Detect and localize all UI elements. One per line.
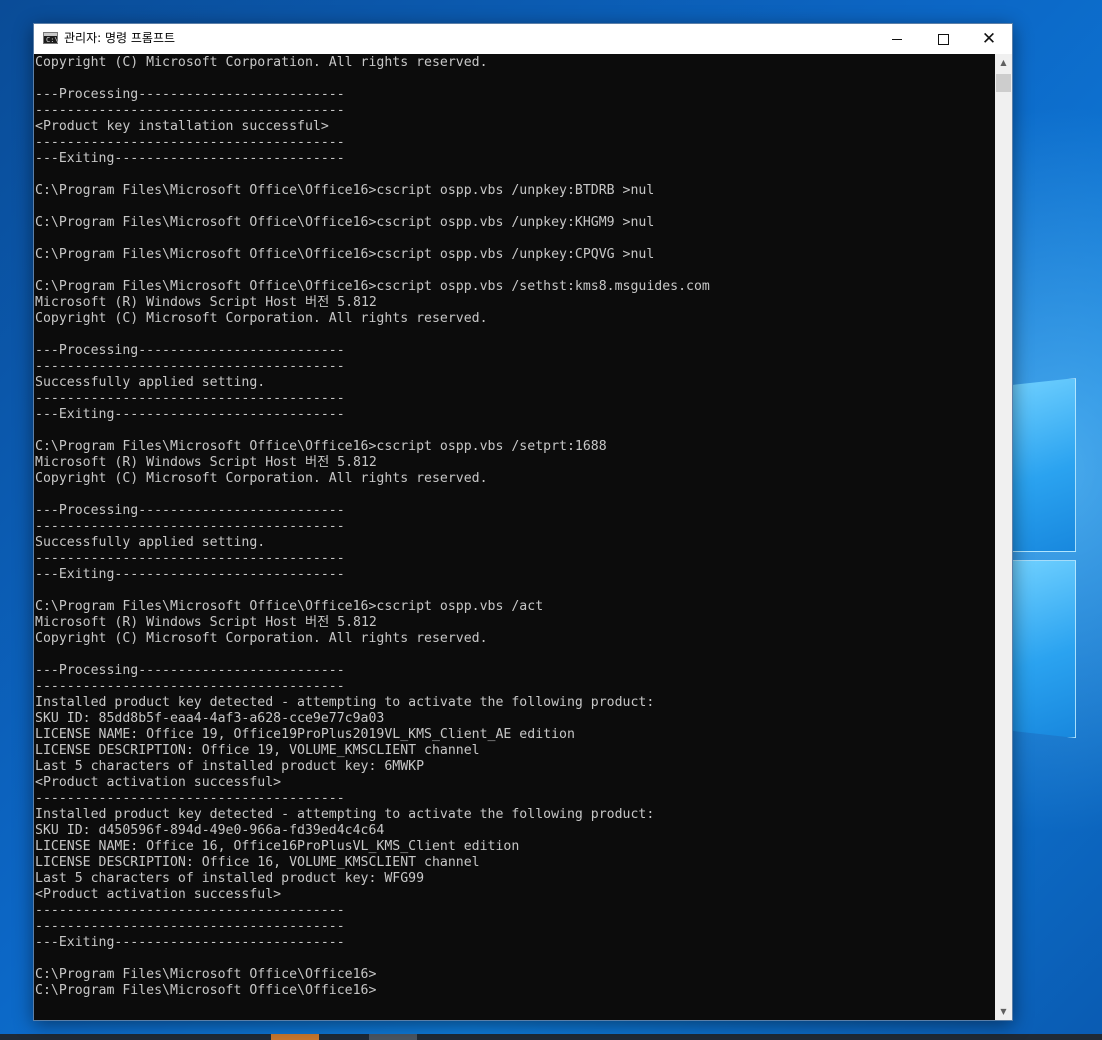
scroll-down-icon[interactable]: ▼ xyxy=(995,1003,1012,1020)
taskbar-app-indicator[interactable] xyxy=(271,1034,319,1040)
title-bar[interactable]: C:\ 관리자: 명령 프롬프트 ✕ xyxy=(34,24,1012,54)
close-button[interactable]: ✕ xyxy=(966,24,1012,54)
console-line: ---Processing-------------------------- xyxy=(35,503,345,518)
console-line: LICENSE NAME: Office 19, Office19ProPlus… xyxy=(35,727,575,742)
console-line: Installed product key detected - attempt… xyxy=(35,695,655,710)
console-line: SKU ID: d450596f-894d-49e0-966a-fd39ed4c… xyxy=(35,823,385,838)
console-line: LICENSE DESCRIPTION: Office 19, VOLUME_K… xyxy=(35,743,480,758)
minimize-icon xyxy=(892,38,902,40)
console-line: --------------------------------------- xyxy=(35,919,345,934)
console-line: LICENSE DESCRIPTION: Office 16, VOLUME_K… xyxy=(35,855,480,870)
console-line: Microsoft (R) Windows Script Host 버전 5.8… xyxy=(35,455,377,470)
windows-logo-pane-bottom xyxy=(1012,560,1076,738)
console-line: C:\Program Files\Microsoft Office\Office… xyxy=(35,215,655,230)
scroll-thumb[interactable] xyxy=(996,74,1011,92)
console-line: Last 5 characters of installed product k… xyxy=(35,871,425,886)
console-line: C:\Program Files\Microsoft Office\Office… xyxy=(35,279,710,294)
console-line: C:\Program Files\Microsoft Office\Office… xyxy=(35,183,655,198)
command-prompt-window[interactable]: C:\ 관리자: 명령 프롬프트 ✕ Copyright (C) Microso… xyxy=(33,23,1013,1021)
console-line: Copyright (C) Microsoft Corporation. All… xyxy=(35,471,488,486)
console-line: --------------------------------------- xyxy=(35,551,345,566)
console-line: Copyright (C) Microsoft Corporation. All… xyxy=(35,55,488,70)
console-line: ---Exiting----------------------------- xyxy=(35,567,345,582)
console-line: --------------------------------------- xyxy=(35,519,345,534)
console-line: C:\Program Files\Microsoft Office\Office… xyxy=(35,439,607,454)
console-line: Successfully applied setting. xyxy=(35,535,266,550)
console-line: --------------------------------------- xyxy=(35,359,345,374)
console-line: --------------------------------------- xyxy=(35,103,345,118)
taskbar[interactable] xyxy=(0,1034,1102,1040)
console-line: C:\Program Files\Microsoft Office\Office… xyxy=(35,983,377,998)
window-title: 관리자: 명령 프롬프트 xyxy=(64,31,176,45)
console-line: <Product activation successful> xyxy=(35,775,282,790)
cmd-icon[interactable]: C:\ xyxy=(43,32,59,44)
maximize-button[interactable] xyxy=(920,24,966,54)
console-line: --------------------------------------- xyxy=(35,679,345,694)
console-line: Copyright (C) Microsoft Corporation. All… xyxy=(35,631,488,646)
console-line: --------------------------------------- xyxy=(35,791,345,806)
minimize-button[interactable] xyxy=(874,24,920,54)
console-line: <Product key installation successful> xyxy=(35,119,329,134)
console-line: Microsoft (R) Windows Script Host 버전 5.8… xyxy=(35,295,377,310)
console-line: ---Exiting----------------------------- xyxy=(35,407,345,422)
console-line: Last 5 characters of installed product k… xyxy=(35,759,425,774)
taskbar-app-indicator-active[interactable] xyxy=(369,1034,417,1040)
console-line: SKU ID: 85dd8b5f-eaa4-4af3-a628-cce9e77c… xyxy=(35,711,385,726)
maximize-icon xyxy=(937,33,949,45)
console-line: Successfully applied setting. xyxy=(35,375,266,390)
console-output-text: Copyright (C) Microsoft Corporation. All… xyxy=(35,55,710,999)
console-line: --------------------------------------- xyxy=(35,135,345,150)
console-line: Microsoft (R) Windows Script Host 버전 5.8… xyxy=(35,615,377,630)
vertical-scrollbar[interactable]: ▲ ▼ xyxy=(995,54,1012,1020)
console-line: ---Exiting----------------------------- xyxy=(35,151,345,166)
console-line: Installed product key detected - attempt… xyxy=(35,807,655,822)
console-line: ---Processing-------------------------- xyxy=(35,663,345,678)
console-line: Copyright (C) Microsoft Corporation. All… xyxy=(35,311,488,326)
scroll-up-icon[interactable]: ▲ xyxy=(995,54,1012,71)
console-line: C:\Program Files\Microsoft Office\Office… xyxy=(35,967,377,982)
console-line: <Product activation successful> xyxy=(35,887,282,902)
console-output-area[interactable]: Copyright (C) Microsoft Corporation. All… xyxy=(34,54,995,1020)
console-line: C:\Program Files\Microsoft Office\Office… xyxy=(35,247,655,262)
console-line: ---Exiting----------------------------- xyxy=(35,935,345,950)
console-line: ---Processing-------------------------- xyxy=(35,343,345,358)
console-line: LICENSE NAME: Office 16, Office16ProPlus… xyxy=(35,839,520,854)
close-icon: ✕ xyxy=(981,28,997,49)
console-line: C:\Program Files\Microsoft Office\Office… xyxy=(35,599,544,614)
console-line: --------------------------------------- xyxy=(35,391,345,406)
console-line: ---Processing-------------------------- xyxy=(35,87,345,102)
console-line: --------------------------------------- xyxy=(35,903,345,918)
windows-logo-pane-top xyxy=(1012,378,1076,552)
cmd-icon-glyph: C:\ xyxy=(46,36,59,44)
